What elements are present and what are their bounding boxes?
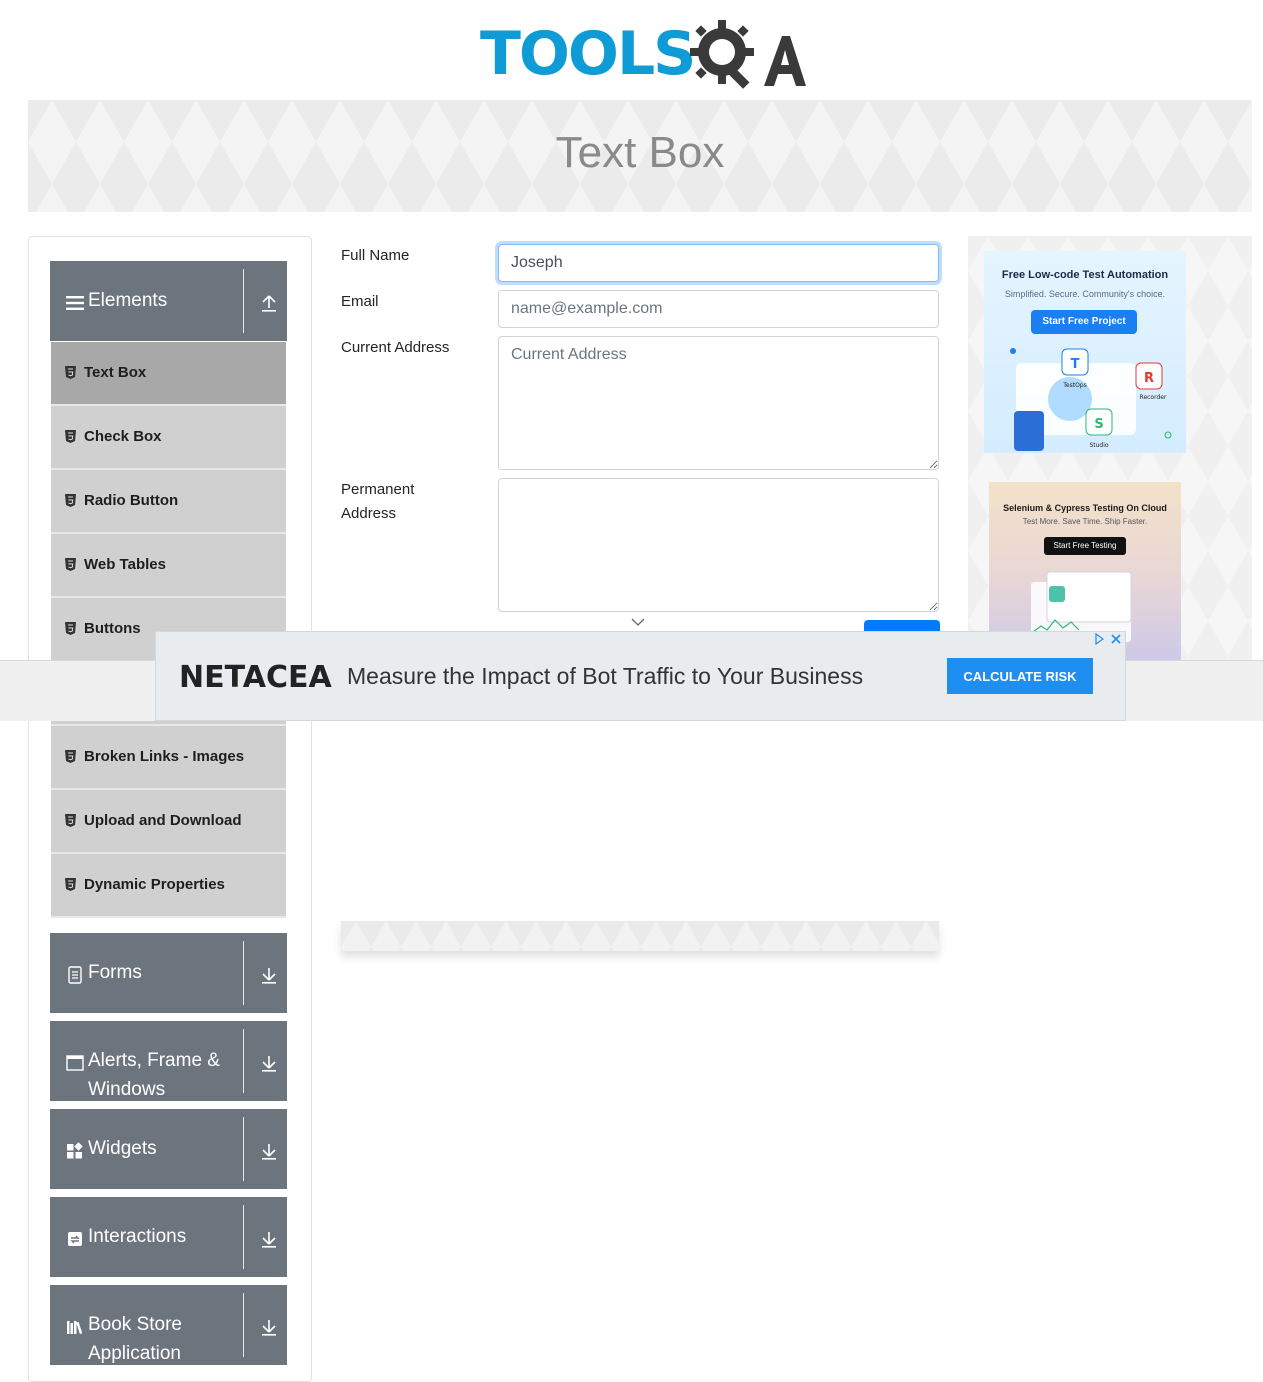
group-label-alerts: Alerts, Frame & Windows [88, 1050, 220, 1100]
group-label-forms: Forms [88, 962, 142, 983]
ad-subtitle: Test More. Save Time. Ship Faster. [1022, 517, 1148, 526]
netacea-logo: NETACEA [179, 660, 332, 695]
sidebar-item-check-box[interactable]: Check Box [51, 406, 286, 470]
svg-text:R: R [1144, 371, 1154, 386]
form-icon [68, 966, 82, 984]
html5-icon [65, 366, 76, 379]
html5-icon [65, 430, 76, 443]
sidebar: Elements Text Box Check Box Radio Button… [28, 236, 312, 1382]
svg-text:T: T [1071, 357, 1080, 372]
ad-label-testops: TestOps [1062, 382, 1086, 389]
window-icon [66, 1055, 84, 1071]
chevron-down-icon [631, 618, 645, 626]
email-label: Email [341, 293, 379, 310]
sidebar-item-label: Buttons [84, 620, 141, 637]
sidebar-item-web-tables[interactable]: Web Tables [51, 534, 286, 598]
group-divider [243, 1117, 244, 1181]
sidebar-item-broken-links[interactable]: Broken Links - Images [51, 726, 286, 790]
expand-down-icon[interactable] [260, 1229, 278, 1249]
email-input[interactable] [498, 290, 939, 328]
current-address-textarea[interactable] [498, 336, 939, 470]
ad-label-studio: Studio [1089, 442, 1108, 449]
interactions-icon [68, 1232, 82, 1246]
adchoices-icon[interactable] [1092, 632, 1124, 646]
ad-cta-button[interactable]: Start Free Project [1031, 310, 1137, 334]
ad-illustration: T R S TestOps Recorder Studio [1010, 348, 1172, 451]
sidebar-item-text-box[interactable]: Text Box [51, 342, 286, 406]
sidebar-item-label: Dynamic Properties [84, 876, 225, 893]
sidebar-item-label: Upload and Download [84, 812, 242, 829]
expand-down-icon[interactable] [260, 965, 278, 985]
group-label-elements: Elements [88, 290, 168, 311]
html5-icon [65, 750, 76, 763]
current-address-label: Current Address [341, 339, 450, 356]
group-header-interactions[interactable]: Interactions [50, 1197, 287, 1277]
group-divider [243, 941, 244, 1005]
bottom-ad-banner[interactable]: NETACEA Measure the Impact of Bot Traffi… [155, 631, 1126, 721]
html5-icon [65, 622, 76, 635]
sidebar-item-radio-button[interactable]: Radio Button [51, 470, 286, 534]
svg-text:S: S [1094, 417, 1103, 432]
ad-cta-button[interactable]: Start Free Testing [1044, 537, 1126, 555]
expand-down-icon[interactable] [260, 1141, 278, 1161]
html5-icon [65, 558, 76, 571]
logo-qa-mark [690, 20, 806, 89]
sidebar-item-label: Check Box [84, 428, 162, 445]
html5-icon [65, 878, 76, 891]
group-header-widgets[interactable]: Widgets [50, 1109, 287, 1189]
toolsqa-logo[interactable]: TOOLS [480, 14, 810, 94]
group-header-book-store[interactable]: Book Store Application [50, 1285, 287, 1365]
permanent-address-textarea[interactable] [498, 478, 939, 612]
ad-title: Selenium & Cypress Testing On Cloud [1003, 503, 1167, 513]
ad-katalon[interactable]: Free Low-code Test Automation Simplified… [984, 251, 1186, 453]
sidebar-item-label: Radio Button [84, 492, 179, 509]
calculate-risk-button[interactable]: CALCULATE RISK [947, 658, 1093, 694]
group-label-interactions: Interactions [88, 1226, 187, 1247]
sidebar-item-label: Broken Links - Images [84, 748, 245, 765]
group-divider [243, 1293, 244, 1357]
group-header-forms[interactable]: Forms [50, 933, 287, 1013]
footer-pattern [341, 921, 939, 951]
permanent-address-label: Permanent Address [341, 481, 415, 522]
book-icon [67, 1321, 83, 1335]
collapse-up-icon[interactable] [260, 293, 278, 313]
sidebar-item-label: Web Tables [84, 556, 166, 573]
logo-tools-text: TOOLS [480, 19, 696, 89]
group-label-book-store: Book Store Application [88, 1314, 182, 1364]
group-divider [243, 269, 244, 333]
page-title: Text Box [555, 128, 725, 177]
group-header-alerts-frame-windows[interactable]: Alerts, Frame & Windows [50, 1021, 287, 1101]
group-label-widgets: Widgets [88, 1138, 157, 1159]
expand-down-icon[interactable] [260, 1317, 278, 1337]
group-header-elements[interactable]: Elements [50, 261, 287, 341]
widgets-icon [67, 1142, 83, 1159]
ad-headline: Measure the Impact of Bot Traffic to You… [347, 663, 864, 689]
ad-title: Free Low-code Test Automation [1001, 269, 1169, 281]
html5-icon [65, 494, 76, 507]
sidebar-item-label: Text Box [84, 364, 147, 381]
ad-subtitle: Simplified. Secure. Community's choice. [1004, 289, 1166, 299]
full-name-label: Full Name [341, 247, 410, 264]
sidebar-item-dynamic-properties[interactable]: Dynamic Properties [51, 854, 286, 918]
ad-label-recorder: Recorder [1140, 394, 1167, 401]
full-name-input[interactable] [498, 244, 939, 282]
hamburger-icon [66, 296, 84, 310]
sidebar-item-upload-download[interactable]: Upload and Download [51, 790, 286, 854]
group-divider [243, 1029, 244, 1093]
page-banner: Text Box [28, 100, 1252, 212]
group-divider [243, 1205, 244, 1269]
html5-icon [65, 814, 76, 827]
expand-down-icon[interactable] [260, 1053, 278, 1073]
